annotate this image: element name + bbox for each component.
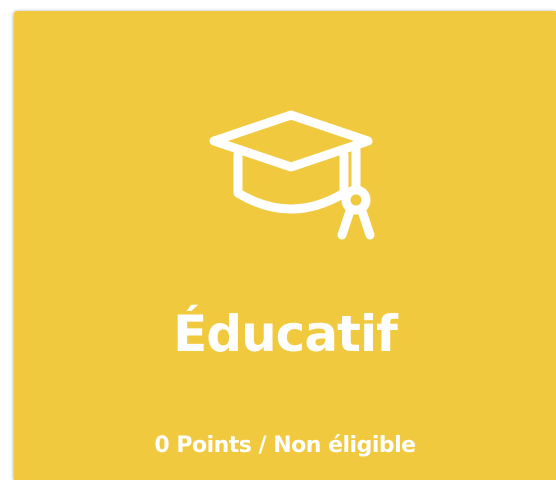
card-title: Éducatif: [173, 305, 398, 363]
graduation-cap-icon: [196, 107, 386, 242]
category-card-educatif[interactable]: Éducatif 0 Points / Non éligible: [14, 11, 556, 480]
points-status: 0 Points / Non éligible: [154, 433, 416, 458]
